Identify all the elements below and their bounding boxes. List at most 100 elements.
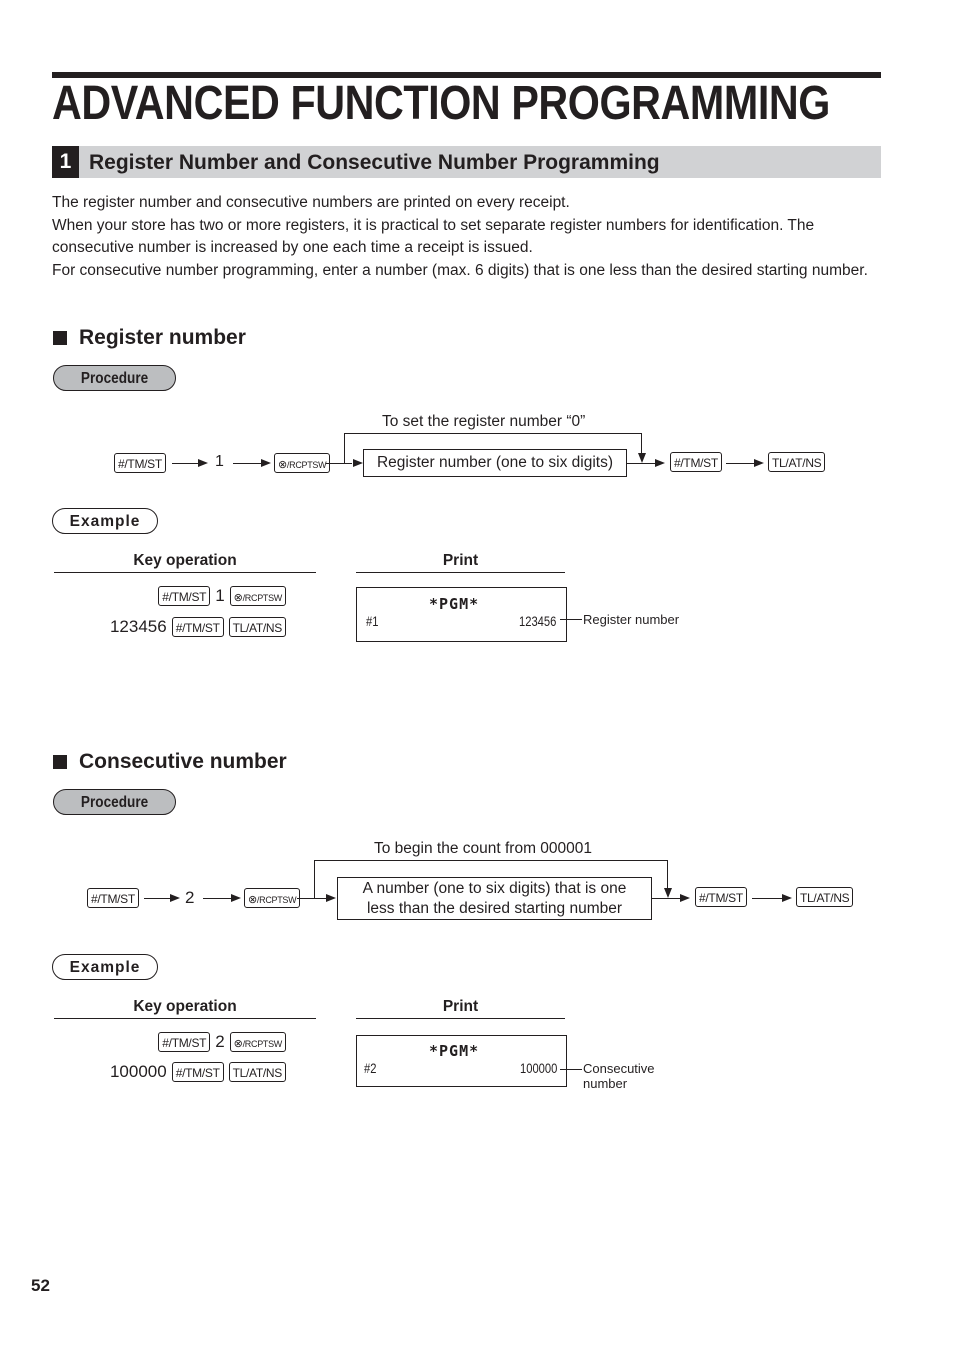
receipt-right: 100000 — [520, 1060, 558, 1076]
arrow-right-icon — [782, 894, 792, 902]
procedure-badge: Procedure — [53, 365, 176, 391]
bypass-note: To set the register number “0” — [382, 413, 586, 430]
key-rcptsw-label: /RCPTSW — [256, 895, 297, 905]
key-rcptsw: ⊗/RCPTSW — [229, 586, 286, 606]
step-number: 1 — [215, 453, 224, 470]
bypass-line — [344, 433, 642, 434]
register-number-heading-text: Register number — [79, 326, 246, 349]
flow-line — [203, 898, 231, 899]
key-rcptsw-label: /RCPTSW — [242, 1039, 283, 1049]
multiply-circle-icon: ⊗ — [278, 459, 287, 471]
receipt-print: *PGM* #1 123456 — [356, 587, 567, 642]
callout-register-number: Register number — [583, 612, 680, 627]
arrow-right-icon — [754, 459, 764, 467]
flow-line — [233, 463, 261, 464]
square-bullet-icon — [53, 331, 67, 345]
example-badge: Example — [52, 508, 158, 534]
flow-line — [297, 898, 326, 899]
arrow-down-icon — [664, 888, 672, 898]
intro-paragraph: When your store has two or more register… — [52, 216, 815, 257]
column-rule — [356, 1018, 565, 1019]
bypass-line — [314, 860, 315, 898]
arrow-down-icon — [638, 453, 646, 463]
callout-line — [560, 619, 582, 620]
receipt-right: 123456 — [519, 613, 557, 629]
intro-text: The register number and consecutive numb… — [52, 192, 882, 282]
key-tl-at-ns: TL/AT/NS — [796, 887, 854, 907]
receipt-header: *PGM* — [429, 1042, 480, 1060]
flow-line — [752, 898, 782, 899]
callout-consecutive-number: Consecutive number — [583, 1061, 655, 1091]
step-number: 2 — [185, 888, 195, 907]
flow-line — [326, 463, 352, 464]
page-title: ADVANCED FUNCTION PROGRAMMING — [52, 77, 830, 130]
example-badge: Example — [52, 954, 158, 980]
multiply-circle-icon: ⊗ — [233, 1038, 243, 1050]
key-rcptsw-label: /RCPTSW — [242, 593, 283, 603]
arrow-right-icon — [198, 459, 208, 467]
section-title: Register Number and Consecutive Number P… — [89, 151, 660, 174]
key-tl-at-ns: TL/AT/NS — [228, 617, 286, 637]
callout-line — [560, 1069, 582, 1070]
key-rcptsw-label: /RCPTSW — [286, 460, 327, 470]
callout-line-text: number — [583, 1076, 628, 1091]
section-number: 1 — [52, 146, 79, 178]
bypass-line — [641, 433, 642, 455]
receipt-left: #2 — [364, 1060, 377, 1076]
register-number-input-box: Register number (one to six digits) — [363, 449, 627, 477]
key-tl-at-ns: TL/AT/NS — [768, 452, 826, 472]
print-header: Print — [442, 998, 479, 1015]
key-tm-st: #/TM/ST — [114, 453, 166, 473]
key-tm-st: #/TM/ST — [158, 1032, 211, 1052]
key-tm-st: #/TM/ST — [87, 888, 139, 908]
key-operation-row: 100000 #/TM/ST TL/AT/NS — [54, 1062, 286, 1082]
arrow-right-icon — [170, 894, 180, 902]
arrow-right-icon — [680, 894, 690, 902]
bypass-line — [344, 433, 345, 463]
bypass-line — [667, 860, 668, 890]
procedure-badge: Procedure — [53, 789, 176, 815]
key-tm-st: #/TM/ST — [695, 887, 747, 907]
arrow-right-icon — [353, 459, 363, 467]
multiply-circle-icon: ⊗ — [248, 894, 257, 906]
flow-line — [144, 898, 170, 899]
flow-line — [172, 463, 198, 464]
key-tm-st: #/TM/ST — [171, 1062, 224, 1082]
procedure-badge-label: Procedure — [80, 794, 149, 811]
register-number-heading: Register number — [53, 326, 246, 350]
key-operation-row: #/TM/ST 2 ⊗/RCPTSW — [54, 1032, 286, 1052]
callout-line-text: Consecutive — [583, 1061, 655, 1076]
page-number: 52 — [31, 1276, 50, 1295]
key-entry-value: 100000 — [109, 1062, 167, 1081]
column-rule — [54, 572, 316, 573]
bypass-note: To begin the count from 000001 — [374, 840, 593, 857]
input-box-line: A number (one to six digits) that is one — [362, 880, 627, 897]
key-rcptsw: ⊗/RCPTSW — [274, 453, 331, 473]
arrow-right-icon — [655, 459, 665, 467]
flow-line — [627, 463, 657, 464]
multiply-circle-icon: ⊗ — [233, 592, 243, 604]
key-operation-header: Key operation — [133, 552, 237, 569]
intro-paragraph: For consecutive number programming, ente… — [52, 261, 868, 279]
key-tm-st: #/TM/ST — [158, 586, 211, 606]
input-box-line: less than the desired starting number — [366, 900, 623, 917]
key-rcptsw: ⊗/RCPTSW — [229, 1032, 286, 1052]
key-operation-header: Key operation — [133, 998, 237, 1015]
key-digit: 1 — [215, 586, 225, 605]
column-rule — [356, 572, 565, 573]
procedure-badge-label: Procedure — [80, 370, 149, 387]
column-rule — [54, 1018, 316, 1019]
key-tm-st: #/TM/ST — [171, 617, 224, 637]
key-digit: 2 — [215, 1032, 225, 1051]
arrow-right-icon — [326, 894, 336, 902]
receipt-print: *PGM* #2 100000 — [356, 1035, 567, 1087]
key-tl-at-ns: TL/AT/NS — [228, 1062, 286, 1082]
bypass-line — [314, 860, 667, 861]
arrow-right-icon — [231, 894, 241, 902]
key-tm-st: #/TM/ST — [670, 452, 722, 472]
receipt-left: #1 — [366, 613, 379, 629]
flow-line — [726, 463, 754, 464]
intro-paragraph: The register number and consecutive numb… — [52, 194, 570, 211]
arrow-right-icon — [261, 459, 271, 467]
receipt-header: *PGM* — [429, 595, 480, 613]
